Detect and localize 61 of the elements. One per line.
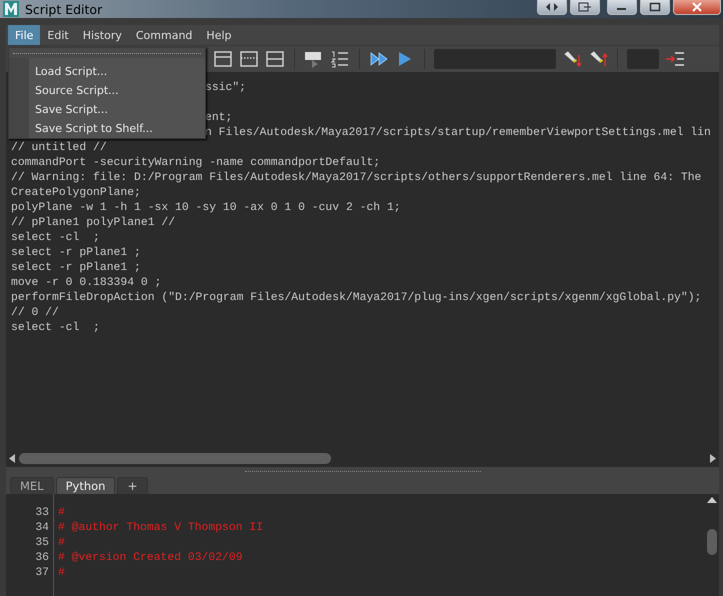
menu-option[interactable]: Save Script... xyxy=(29,100,205,119)
output-line: ent; xyxy=(205,111,232,126)
close-icon[interactable] xyxy=(673,0,721,15)
line-number: 34 xyxy=(34,521,49,536)
echo-icon[interactable] xyxy=(304,50,324,68)
flashlight-up-icon[interactable] xyxy=(588,50,608,68)
output-line: ssic"; xyxy=(205,81,246,96)
output-line: select -cl ; xyxy=(11,321,100,336)
add-tab-button[interactable]: + xyxy=(117,477,148,494)
maximize-icon[interactable] xyxy=(640,0,670,15)
search-field[interactable] xyxy=(434,49,556,69)
menu-option[interactable]: Save Script to Shelf... xyxy=(29,119,205,138)
tab[interactable]: Python xyxy=(56,477,116,494)
line-field[interactable] xyxy=(627,49,659,69)
scrollbar-thumb[interactable] xyxy=(707,529,717,555)
output-line: // Warning: file: D:/Program Files/Autodesk/Maya2017/scripts/others/supportRenderers.mel line 64: The xyxy=(11,171,702,186)
output-line: polyPlane -w 1 -h 1 -sx 10 -sy 10 -ax 0 1 0 -cuv 2 -ch 1; xyxy=(11,201,401,216)
menu-item[interactable]: Edit xyxy=(40,25,76,45)
goto-line-icon[interactable] xyxy=(665,50,687,68)
menu-item[interactable]: History xyxy=(76,25,129,45)
code-line: # xyxy=(58,567,65,579)
code-line: # xyxy=(58,537,65,549)
numbered-list-icon[interactable] xyxy=(330,50,350,68)
output-line: select -cl ; xyxy=(11,231,100,246)
output-line: n Files/Autodesk/Maya2017/scripts/startup/rememberViewportSettings.mel lin xyxy=(205,126,711,141)
pin-icon[interactable] xyxy=(570,0,600,15)
menu-item[interactable]: Command xyxy=(128,25,200,45)
output-line: CreatePolygonPlane; xyxy=(11,186,141,201)
tab[interactable]: MEL xyxy=(10,477,54,494)
execute-all-icon[interactable] xyxy=(369,50,389,68)
output-line: // 0 // xyxy=(11,306,59,321)
window-title: Script Editor xyxy=(25,2,104,16)
flashlight-down-icon[interactable] xyxy=(562,50,582,68)
menu-option[interactable]: Load Script... xyxy=(29,62,205,81)
scroll-up-icon[interactable] xyxy=(707,497,717,503)
app-logo-icon xyxy=(3,1,19,17)
menu-item[interactable]: Help xyxy=(199,25,238,45)
line-number: 37 xyxy=(34,566,49,581)
menu-item[interactable]: File xyxy=(8,25,40,45)
scroll-right-icon[interactable] xyxy=(710,454,716,463)
output-line: // pPlane1 polyPlane1 // xyxy=(11,216,176,231)
output-line: commandPort -securityWarning -name commandportDefault; xyxy=(11,156,380,171)
line-number: 36 xyxy=(34,551,49,566)
menu-option[interactable]: Source Script... xyxy=(29,81,205,100)
layout-icon[interactable] xyxy=(265,50,285,68)
output-line: select -r pPlane1 ; xyxy=(11,246,141,261)
layout-icon[interactable] xyxy=(213,50,233,68)
code-line: # @version Created 03/02/09 xyxy=(58,552,243,564)
code-line: # xyxy=(58,507,65,519)
output-line: select -r pPlane1 ; xyxy=(11,261,141,276)
line-number: 35 xyxy=(34,536,49,551)
output-line: move -r 0 0.183394 0 ; xyxy=(11,276,162,291)
switch-icon[interactable] xyxy=(537,0,567,15)
layout-icon[interactable] xyxy=(239,50,259,68)
output-line: performFileDropAction ("D:/Program Files/Autodesk/Maya2017/plug-ins/xgen/scripts/xgenm/xgGlobal.py"); xyxy=(11,291,702,306)
minimize-icon[interactable] xyxy=(607,0,637,15)
output-line: // untitled // xyxy=(11,141,107,156)
line-number: 33 xyxy=(34,506,49,521)
scroll-left-icon[interactable] xyxy=(9,454,15,463)
scrollbar-thumb[interactable] xyxy=(19,453,331,464)
code-line: # @author Thomas V Thompson II xyxy=(58,522,264,534)
